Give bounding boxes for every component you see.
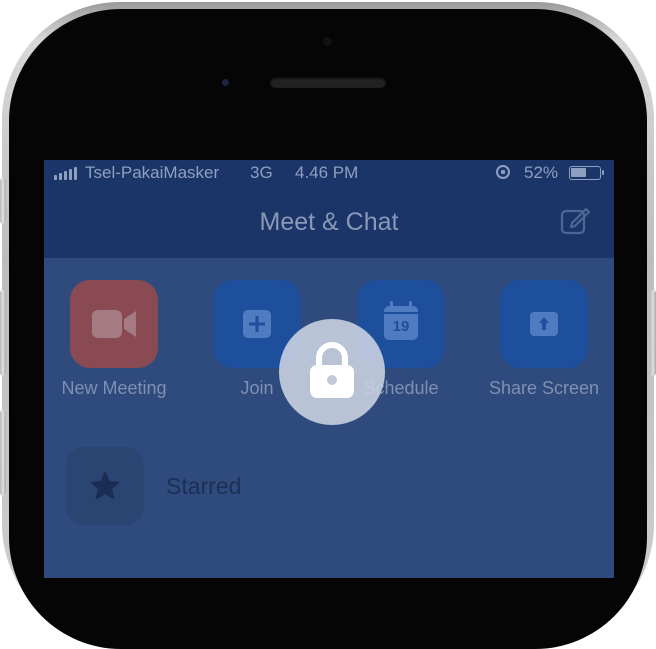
status-bar: Tsel-PakaiMasker 3G 4.46 PM 52% [44,160,614,186]
starred-label: Starred [166,473,242,499]
share-up-arrow-icon [530,312,558,336]
share-screen-button[interactable]: Share Screen [489,280,599,398]
lock-icon [310,342,354,398]
rotation-lock-icon [496,165,510,179]
video-camera-icon [92,310,136,338]
earpiece-speaker [270,77,386,88]
new-meeting-button[interactable]: New Meeting [61,280,167,398]
screen-lock-overlay [279,319,385,425]
volume-down-button [0,410,6,496]
phone-device: Tsel-PakaiMasker 3G 4.46 PM 52% Meet & C… [0,0,656,649]
mute-switch [0,178,6,224]
power-button [650,290,656,376]
starred-list-item[interactable]: Starred [66,447,586,527]
network-type: 3G [250,163,273,182]
page-title: Meet & Chat [259,208,399,236]
star-icon [91,472,119,499]
compose-icon[interactable] [560,205,590,235]
share-screen-label: Share Screen [488,378,600,398]
proximity-sensor [323,37,332,46]
battery-percentage: 52% [524,163,559,182]
volume-up-button [0,290,6,376]
starred-tile [66,447,144,525]
carrier-name: Tsel-PakaiMasker [85,163,220,182]
new-meeting-tile[interactable] [70,280,158,368]
app-header: Meet & Chat [44,186,614,258]
signal-strength-icon [54,167,77,180]
share-screen-tile[interactable] [500,280,588,368]
status-time: 4.46 PM [295,163,359,182]
front-camera [222,79,229,86]
battery-icon [569,166,604,180]
